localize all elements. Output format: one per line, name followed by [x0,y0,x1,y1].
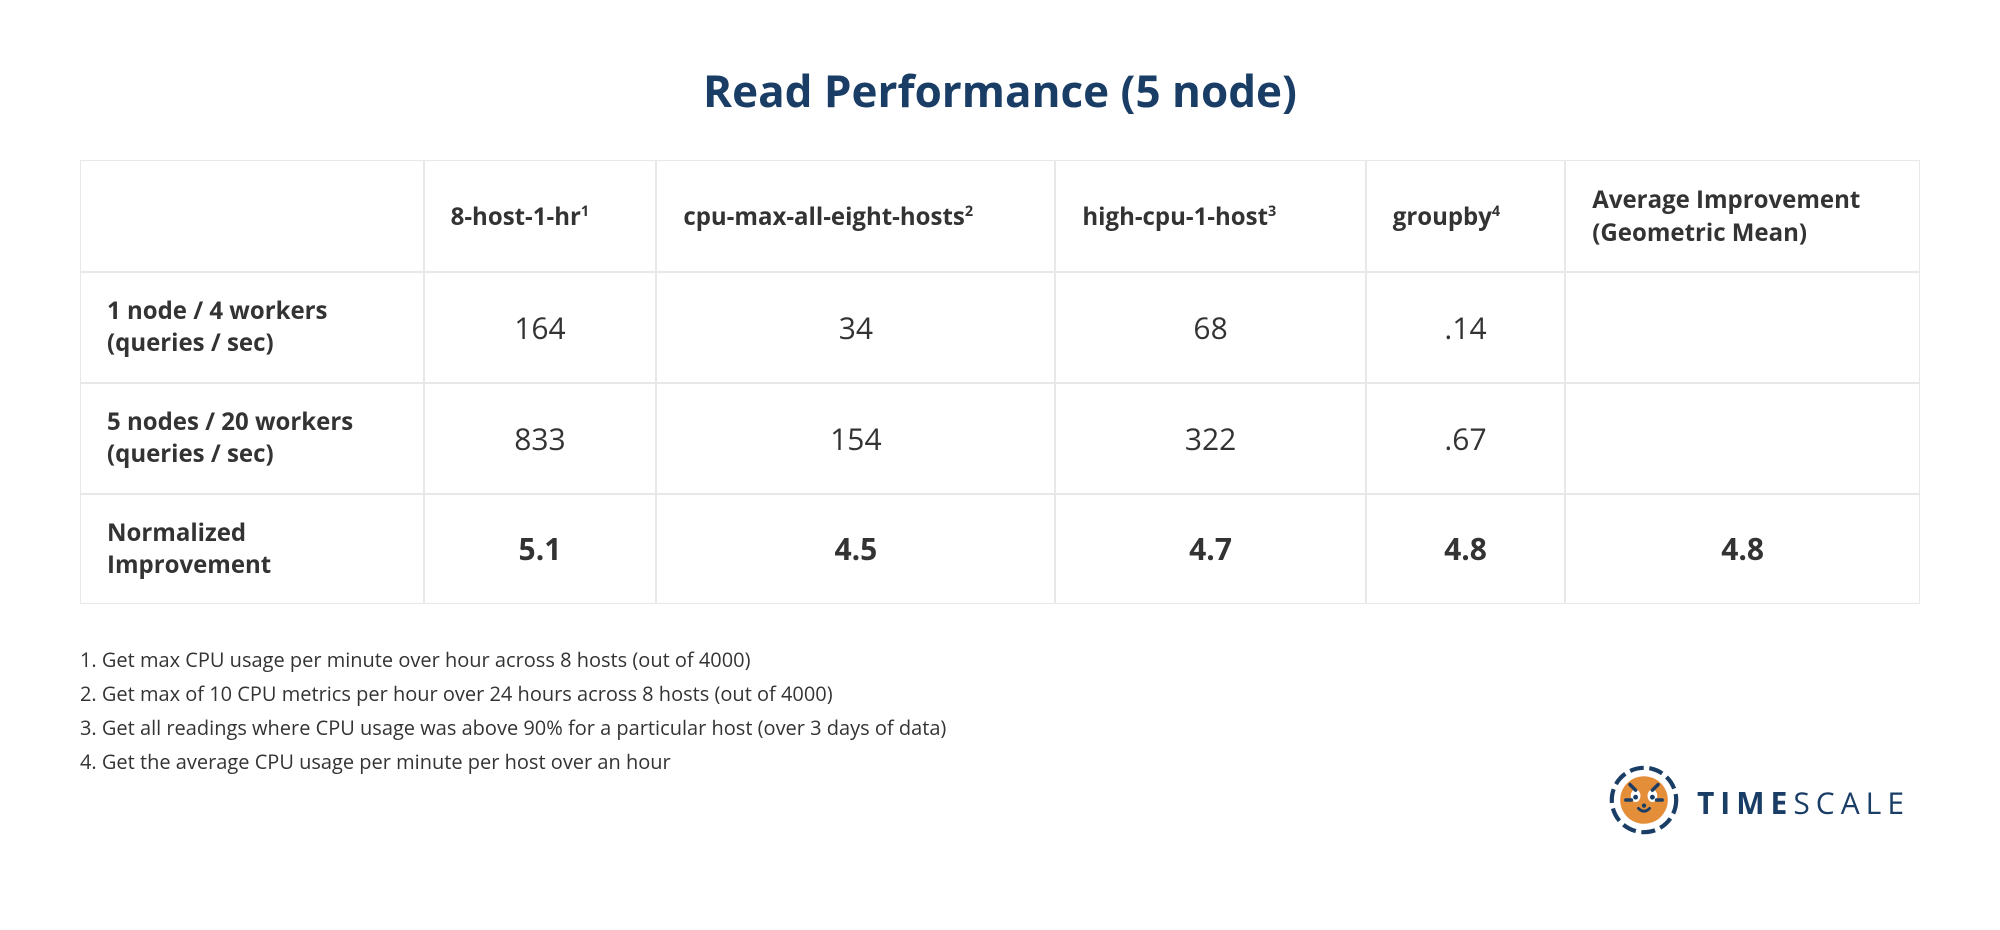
row-label-line: 5 nodes / 20 workers [107,405,353,438]
footnote: 2. Get max of 10 CPU metrics per hour ov… [80,678,1920,710]
table-header: high-cpu-1-host3 [1055,160,1365,272]
performance-table: 8-host-1-hr1 cpu-max-all-eight-hosts2 hi… [80,160,1920,604]
cell-value: 68 [1055,272,1365,383]
row-label: 5 nodes / 20 workers (queries / sec) [80,383,424,494]
cell-value: 322 [1055,383,1365,494]
cell-value: 4.8 [1565,494,1920,605]
col-label: high-cpu-1-host [1082,200,1268,233]
col-sup: 2 [965,202,973,221]
cell-value: 5.1 [424,494,657,605]
col-label: cpu-max-all-eight-hosts [683,200,964,233]
cell-value [1565,383,1920,494]
footnote: 3. Get all readings where CPU usage was … [80,712,1920,744]
page-title: Read Performance (5 node) [80,60,1920,120]
row-label: 1 node / 4 workers (queries / sec) [80,272,424,383]
table-row: 1 node / 4 workers (queries / sec) 164 3… [80,272,1920,383]
footnotes: 1. Get max CPU usage per minute over hou… [80,644,1920,778]
col-sup: 4 [1492,202,1500,221]
brand-text-light: SCALE [1793,782,1910,823]
tiger-icon [1609,765,1679,840]
col-label: 8-host-1-hr [451,200,581,233]
footnote: 1. Get max CPU usage per minute over hou… [80,644,1920,676]
col-sup: 1 [581,202,589,221]
row-label-line: Normalized [107,516,246,549]
row-label-line: (queries / sec) [107,326,274,359]
row-label-line: 1 node / 4 workers [107,294,328,327]
cell-value: 164 [424,272,657,383]
cell-value: .67 [1366,383,1566,494]
row-label: Normalized Improvement [80,494,424,605]
brand-text: TIMESCALE [1697,782,1910,823]
row-label-line: (queries / sec) [107,437,274,470]
table-header-row: 8-host-1-hr1 cpu-max-all-eight-hosts2 hi… [80,160,1920,272]
col-label: groupby [1393,200,1492,233]
table-header: 8-host-1-hr1 [424,160,657,272]
cell-value: 4.7 [1055,494,1365,605]
cell-value: 34 [656,272,1055,383]
cell-value: 154 [656,383,1055,494]
table-header: cpu-max-all-eight-hosts2 [656,160,1055,272]
cell-value: 4.5 [656,494,1055,605]
cell-value: .14 [1366,272,1566,383]
col-sup: 3 [1268,202,1276,221]
table-row: Normalized Improvement 5.1 4.5 4.7 4.8 4… [80,494,1920,605]
col-label: Average Improvement (Geometric Mean) [1592,183,1860,249]
table-header: groupby4 [1366,160,1566,272]
table-header-blank [80,160,424,272]
table-header: Average Improvement (Geometric Mean) [1565,160,1920,272]
cell-value [1565,272,1920,383]
brand-logo: TIMESCALE [1609,765,1910,840]
table-row: 5 nodes / 20 workers (queries / sec) 833… [80,383,1920,494]
row-label-line: Improvement [107,548,271,581]
cell-value: 833 [424,383,657,494]
brand-text-bold: TIME [1697,782,1793,823]
cell-value: 4.8 [1366,494,1566,605]
